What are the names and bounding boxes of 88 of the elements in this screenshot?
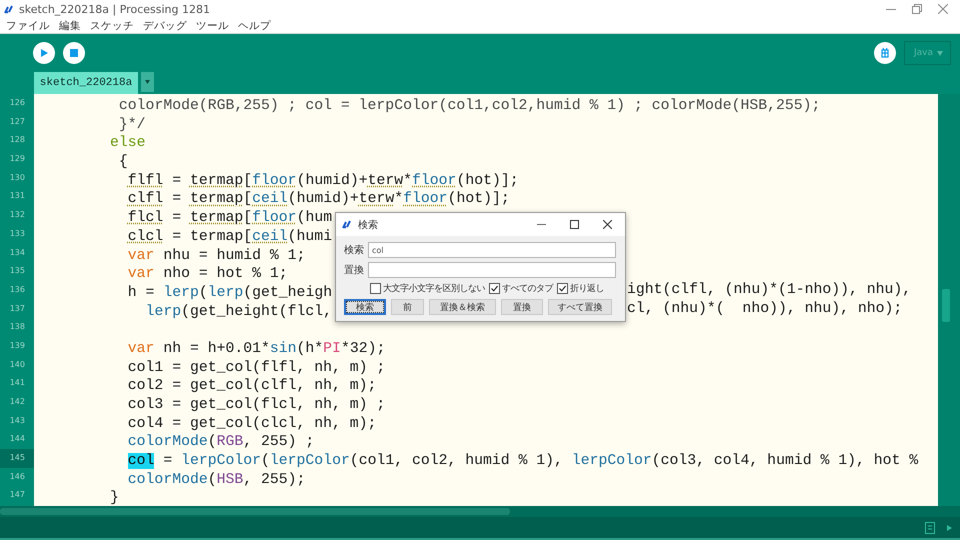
debug-button[interactable]	[874, 42, 896, 64]
dialog-button[interactable]: すべて置換	[548, 299, 612, 315]
app-logo-icon	[4, 4, 15, 14]
line-number: 142	[8, 396, 26, 408]
line-number: 138	[8, 321, 26, 334]
code-line: colorMode(RGB, 255) ;	[126, 433, 314, 452]
line-number: 130	[8, 172, 26, 184]
menu-item[interactable]: スケッチ	[86, 18, 138, 32]
play-icon	[39, 48, 49, 58]
dialog-button[interactable]: 前	[391, 299, 424, 315]
code-line: flcl = termap[floor(hum	[126, 209, 332, 228]
line-number: 136	[8, 284, 26, 296]
line-number: 141	[8, 377, 26, 390]
code-line: flfl = termap[floor(humid)+terw*floor(hot)];	[126, 172, 519, 190]
code-line: col2 = get_col(clfl, nh, m);	[126, 377, 376, 396]
restore-icon[interactable]	[912, 4, 922, 14]
line-number: 133	[8, 228, 26, 240]
checkbox-label: 大文字小文字を区別しない	[383, 282, 485, 295]
stop-icon	[69, 48, 79, 58]
window-title: sketch_220218a | Processing 1281	[19, 2, 210, 16]
app-logo-icon	[342, 220, 353, 229]
code-line: var nho = hot % 1;	[126, 265, 288, 284]
line-number: 131	[8, 190, 26, 202]
dialog-title: 検索	[358, 218, 378, 232]
scrollbar-thumb[interactable]	[0, 508, 510, 515]
find-label: 検索	[344, 244, 364, 257]
code-line: col4 = get_col(clcl, nh, m);	[126, 414, 376, 434]
menu-item[interactable]: 編集	[55, 18, 85, 32]
stop-button[interactable]	[63, 42, 85, 64]
checkbox[interactable]	[370, 283, 381, 294]
dialog-button[interactable]: 検索	[344, 299, 386, 315]
minimize-icon[interactable]	[886, 8, 896, 10]
code-line: col = lerpColor(lerpColor(col1, col2, humid % 1), lerpColor(col3, col4, humid % 1), hot %	[126, 452, 918, 471]
line-number: 137	[8, 302, 26, 315]
code-line: h = lerp(lerp(get_heigh	[126, 284, 332, 303]
code-line: }	[109, 489, 119, 508]
checkbox[interactable]	[489, 283, 500, 294]
line-number: 132	[8, 209, 26, 222]
tab-menu-button[interactable]	[141, 72, 154, 92]
code-line: col3 = get_col(flcl, nh, m) ;	[126, 396, 386, 415]
line-number: 135	[8, 265, 26, 278]
code-line: cl, (nhu)*( nho)), nhu), nho);	[627, 300, 902, 318]
triangle-icon[interactable]	[947, 524, 952, 530]
replace-field[interactable]	[368, 262, 616, 278]
code-line: lerp(get_height(flcl,	[144, 302, 332, 322]
run-button[interactable]	[33, 42, 55, 64]
code-line: colorMode(RGB,255) ; col = lerpColor(col1,col2,humid % 1) ; colorMode(HSB,255);	[118, 97, 820, 116]
menu-item[interactable]: ヘルプ	[234, 18, 275, 32]
caret-icon	[145, 80, 150, 84]
code-line: }*/	[118, 116, 146, 134]
sketch-tab[interactable]: sketch_220218a	[34, 72, 138, 94]
line-number: 147	[8, 489, 26, 502]
dialog-button[interactable]: 置換	[501, 299, 543, 315]
close-icon[interactable]	[603, 220, 612, 229]
replace-label: 置換	[344, 264, 364, 277]
bug-icon	[878, 47, 891, 59]
code-line: ight(clfl, (nhu)*(1-nho)), nhu),	[627, 280, 912, 300]
find-field[interactable]: col	[368, 242, 616, 258]
maximize-icon[interactable]	[570, 220, 579, 229]
line-number: 145	[0, 449, 34, 468]
code-line: var nhu = humid % 1;	[126, 246, 306, 266]
console-icon[interactable]	[925, 522, 935, 534]
line-number: 144	[8, 433, 26, 446]
dialog-button[interactable]: 置換＆検索	[429, 299, 496, 315]
line-number: 126	[8, 97, 26, 109]
code-line: var nh = h+0.01*sin(h*PI*32);	[126, 340, 386, 359]
line-number: 143	[8, 414, 26, 427]
menu-item[interactable]: ファイル	[2, 18, 54, 32]
line-number: 128	[8, 134, 26, 146]
line-number: 134	[8, 246, 26, 258]
line-number: 127	[8, 116, 26, 128]
line-number: 146	[8, 470, 26, 483]
line-number: 129	[8, 153, 26, 166]
code-line: else	[109, 134, 146, 154]
code-line: clfl = termap[ceil(humid)+terw*floor(hot)];	[126, 190, 510, 210]
menu-item[interactable]: ツール	[192, 18, 233, 32]
scrollbar-thumb[interactable]	[942, 289, 950, 322]
line-number: 140	[8, 358, 26, 371]
checkbox[interactable]	[557, 283, 568, 294]
line-number: 139	[8, 340, 26, 352]
checkbox-label: 折り返し	[570, 282, 604, 295]
code-line: {	[118, 153, 128, 172]
caret-icon	[937, 50, 943, 56]
code-line: clcl = termap[ceil(humi	[126, 228, 332, 247]
code-line: colorMode(HSB, 255);	[126, 470, 306, 490]
menu-item[interactable]: デバッグ	[139, 18, 191, 32]
checkbox-label: すべてのタブ	[502, 282, 553, 295]
code-line: col1 = get_col(flfl, nh, m) ;	[126, 358, 386, 378]
